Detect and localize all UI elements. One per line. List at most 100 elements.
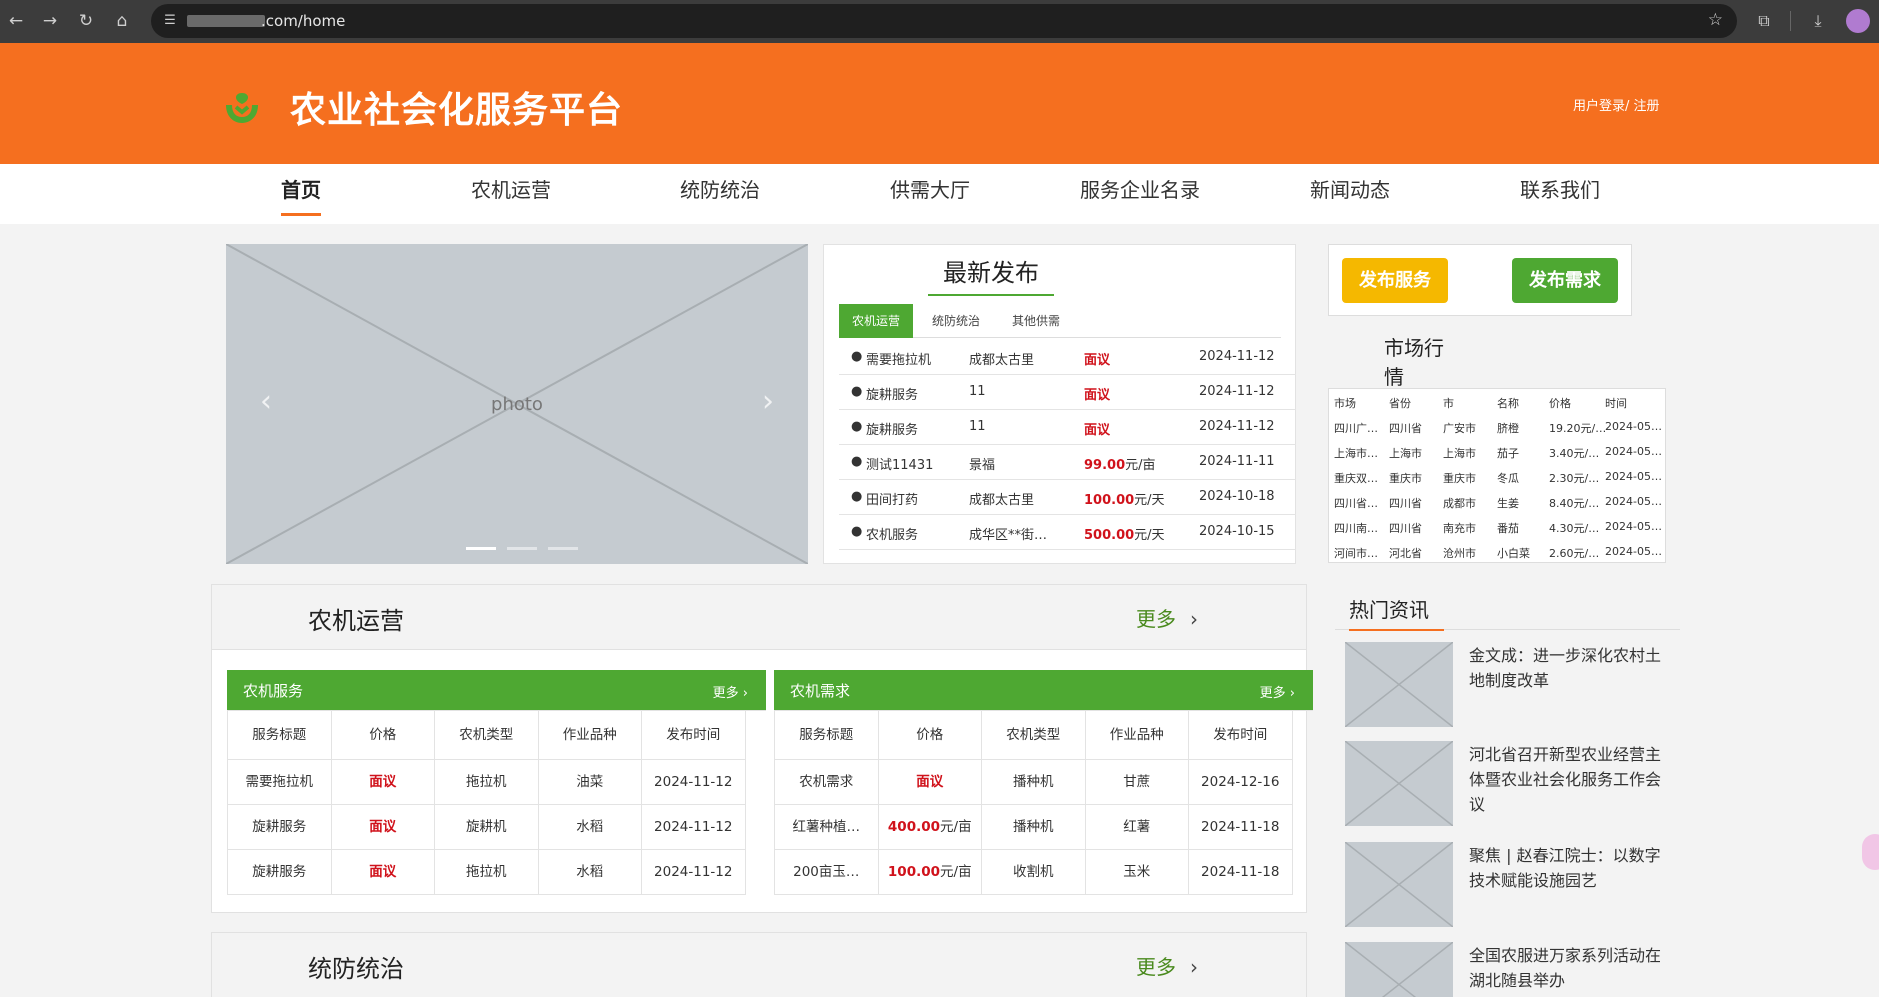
extensions-icon[interactable]: ⧉ — [1752, 9, 1776, 33]
table-header-bar: 农机服务 更多 › — [227, 670, 766, 710]
publish-demand-button[interactable]: 发布需求 — [1512, 258, 1618, 303]
more-label[interactable]: 更多 — [713, 686, 739, 701]
bookmark-star-icon[interactable]: ☆ — [1708, 10, 1723, 30]
table-row[interactable]: 需要拖拉机 面议 拖拉机 油菜 2024-11-12 — [228, 760, 766, 805]
market-cell: 上海市… — [1334, 447, 1378, 460]
market-col-city: 市 — [1443, 397, 1454, 410]
latest-row[interactable]: ● 田间打药 成都太古里 100.00元/天 2024-10-18 — [839, 480, 1296, 515]
market-cell: 河间市… — [1334, 547, 1378, 560]
market-cell: 四川省 — [1389, 522, 1422, 535]
news-item[interactable]: 河北省召开新型农业经营主体暨农业社会化服务工作会议 — [1345, 741, 1685, 826]
latest-row[interactable]: ● 需要拖拉机 成都太古里 面议 2024-11-12 — [839, 340, 1296, 375]
cell-title[interactable]: 200亩玉… — [775, 850, 879, 895]
latest-item-name[interactable]: 旋耕服务 — [866, 419, 961, 438]
tractor-field-photo: photo — [226, 244, 808, 564]
browser-toolbar: ← → ↻ ⌂ ☰ .com/home ☆ ⧉ ⤓ — [0, 0, 1879, 43]
table-more-link[interactable]: 更多 › — [1260, 682, 1295, 701]
news-item[interactable]: 全国农服进万家系列活动在湖北随县举办 — [1345, 942, 1685, 997]
carousel-prev-icon[interactable]: ‹ — [260, 384, 272, 419]
news-thumbnail[interactable] — [1345, 642, 1453, 727]
cell-title[interactable]: 需要拖拉机 — [228, 760, 332, 805]
table-row[interactable]: 旋耕服务 面议 旋耕机 水稻 2024-11-12 — [228, 805, 766, 850]
tab-machine-ops[interactable]: 农机运营 — [839, 304, 913, 338]
carousel-next-icon[interactable]: › — [762, 384, 774, 419]
section-more-link[interactable]: 更多 › — [1136, 951, 1198, 980]
table-more-link[interactable]: 更多 › — [713, 682, 748, 701]
floating-helper-button[interactable] — [1862, 834, 1879, 870]
market-cell: 南充市 — [1443, 522, 1476, 535]
cell-title[interactable]: 农机需求 — [775, 760, 879, 805]
news-title[interactable]: 河北省召开新型农业经营主体暨农业社会化服务工作会议 — [1469, 742, 1669, 817]
carousel-dot[interactable] — [507, 547, 538, 550]
col-crop: 作业品种 — [1085, 711, 1189, 760]
tab-pest-control[interactable]: 统防统治 — [919, 304, 993, 338]
news-title[interactable]: 全国农服进万家系列活动在湖北随县举办 — [1469, 943, 1669, 993]
market-cell: 番茄 — [1497, 522, 1519, 535]
back-icon[interactable]: ← — [4, 9, 28, 33]
login-register-link[interactable]: 用户登录/ 注册 — [1573, 95, 1660, 114]
latest-row[interactable]: ● 测试11431 景福 99.00元/亩 2024-11-11 — [839, 445, 1296, 480]
cell-title[interactable]: 红薯种植… — [775, 805, 879, 850]
market-cell: 重庆双… — [1334, 472, 1378, 485]
latest-item-place: 11 — [969, 384, 986, 399]
cell-title[interactable]: 旋耕服务 — [228, 805, 332, 850]
cell-price: 面议 — [331, 850, 435, 895]
profile-avatar[interactable] — [1846, 9, 1870, 33]
news-title[interactable]: 聚焦 | 赵春江院士：以数字技术赋能设施园艺 — [1469, 843, 1669, 893]
table-row[interactable]: 200亩玉… 100.00元/亩 收割机 玉米 2024-11-18 — [775, 850, 1313, 895]
carousel-dot[interactable] — [466, 547, 496, 550]
table-row[interactable]: 红薯种植… 400.00元/亩 播种机 红薯 2024-11-18 — [775, 805, 1313, 850]
latest-item-name[interactable]: 需要拖拉机 — [866, 349, 961, 368]
latest-item-name[interactable]: 测试11431 — [866, 454, 961, 473]
more-label[interactable]: 更多 — [1136, 955, 1176, 979]
cell-type: 收割机 — [982, 850, 1086, 895]
more-label[interactable]: 更多 — [1260, 686, 1286, 701]
download-icon[interactable]: ⤓ — [1806, 9, 1830, 33]
news-thumbnail[interactable] — [1345, 942, 1453, 997]
latest-row[interactable]: ● 旋耕服务 11 面议 2024-11-12 — [839, 410, 1296, 445]
table-row[interactable]: 旋耕服务 面议 拖拉机 水稻 2024-11-12 — [228, 850, 766, 895]
news-item[interactable]: 金文成：进一步深化农村土地制度改革 — [1345, 642, 1685, 727]
latest-row[interactable]: ● 旋耕服务 11 面议 2024-11-12 — [839, 375, 1296, 410]
address-bar[interactable]: ☰ .com/home ☆ — [151, 4, 1737, 38]
news-thumbnail[interactable] — [1345, 842, 1453, 927]
latest-item-price: 面议 — [1084, 353, 1111, 368]
news-thumbnail[interactable] — [1345, 741, 1453, 826]
table-title: 农机服务 — [243, 682, 304, 700]
site-title: 农业社会化服务平台 — [290, 90, 624, 131]
home-icon[interactable]: ⌂ — [110, 9, 134, 33]
nav-pest-control[interactable]: 统防统治 — [650, 176, 790, 216]
carousel-dot[interactable] — [548, 547, 579, 550]
section-more-link[interactable]: 更多 › — [1136, 603, 1198, 632]
latest-item-name[interactable]: 农机服务 — [866, 524, 961, 543]
col-date: 发布时间 — [642, 711, 746, 760]
grid-header-row: 服务标题 价格 农机类型 作业品种 发布时间 — [775, 711, 1313, 760]
chevron-right-icon: › — [1289, 686, 1295, 701]
machine-demand-table: 农机需求 更多 › 服务标题 价格 农机类型 作业品种 发布时间 农机需求 面议… — [774, 670, 1313, 895]
cell-title[interactable]: 旋耕服务 — [228, 850, 332, 895]
market-cell: 2024-05… — [1605, 520, 1662, 533]
nav-home[interactable]: 首页 — [231, 176, 371, 216]
latest-item-name[interactable]: 田间打药 — [866, 489, 961, 508]
nav-contact[interactable]: 联系我们 — [1490, 176, 1630, 216]
nav-enterprise-directory[interactable]: 服务企业名录 — [1070, 176, 1210, 216]
cell-date: 2024-11-18 — [1189, 850, 1293, 895]
table-row[interactable]: 农机需求 面议 播种机 甘蔗 2024-12-16 — [775, 760, 1313, 805]
news-item[interactable]: 聚焦 | 赵春江院士：以数字技术赋能设施园艺 — [1345, 842, 1685, 927]
reload-icon[interactable]: ↻ — [74, 9, 98, 33]
more-label[interactable]: 更多 — [1136, 607, 1176, 631]
forward-icon[interactable]: → — [38, 9, 62, 33]
site-info-icon[interactable]: ☰ — [161, 12, 179, 30]
nav-news[interactable]: 新闻动态 — [1280, 176, 1420, 216]
tab-other-supply[interactable]: 其他供需 — [999, 304, 1073, 338]
market-cell: 四川南… — [1334, 522, 1378, 535]
news-title[interactable]: 金文成：进一步深化农村土地制度改革 — [1469, 643, 1669, 693]
url-text[interactable]: .com/home — [261, 12, 345, 30]
nav-supply-demand[interactable]: 供需大厅 — [860, 176, 1000, 216]
latest-item-name[interactable]: 旋耕服务 — [866, 384, 961, 403]
latest-row[interactable]: ● 农机服务 成华区**街… 500.00元/天 2024-10-15 — [839, 515, 1296, 550]
nav-machine-ops[interactable]: 农机运营 — [441, 176, 581, 216]
publish-service-button[interactable]: 发布服务 — [1342, 258, 1448, 303]
banner-carousel[interactable]: photo ‹ › — [226, 244, 808, 564]
bullet: ● — [851, 349, 863, 364]
